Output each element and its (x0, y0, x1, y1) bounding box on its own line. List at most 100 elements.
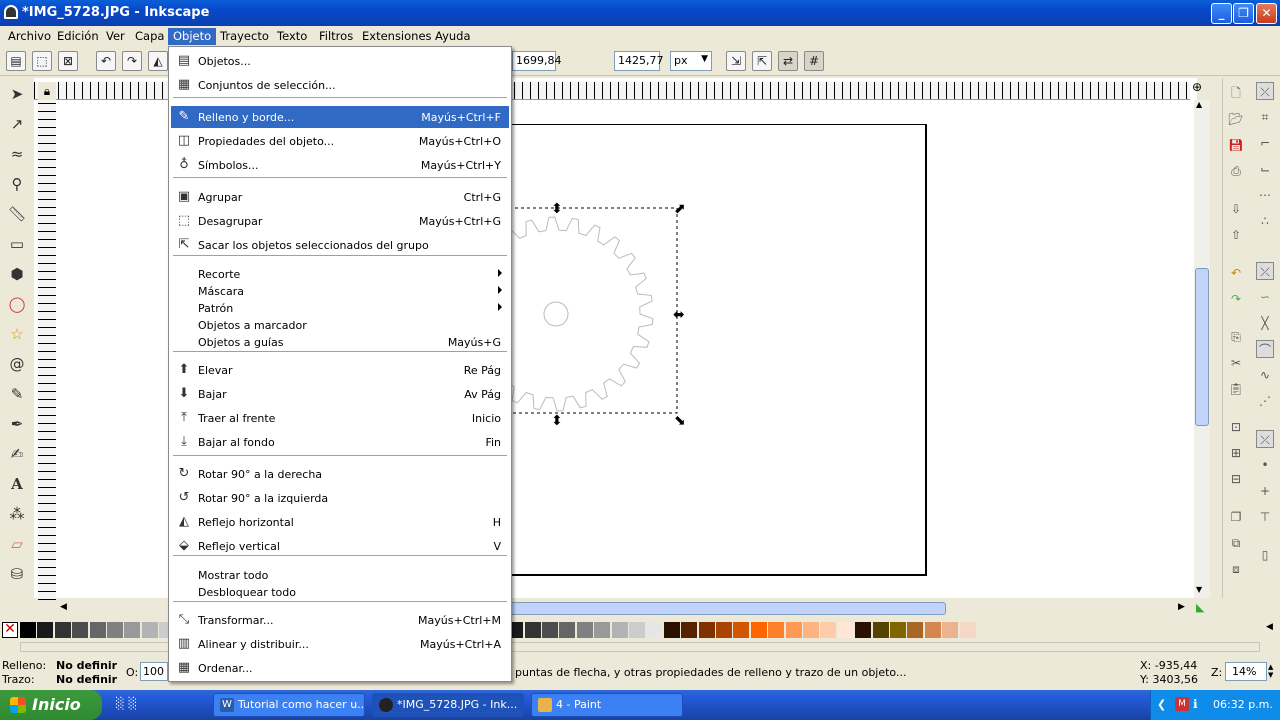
snap-intersections-icon[interactable]: ╳ (1256, 314, 1274, 332)
rotate-cw-icon[interactable]: ↷ (122, 51, 142, 71)
text-tool-icon[interactable]: A (5, 472, 29, 496)
zoom-page-icon[interactable]: ⊟ (1227, 470, 1245, 488)
color-swatch[interactable] (576, 622, 593, 638)
color-swatch[interactable] (855, 622, 872, 638)
menu-extensiones[interactable]: Extensiones (357, 28, 437, 45)
snap-bbox-midpoints-icon[interactable]: ⋯ (1256, 186, 1274, 204)
menu-item-objetos-a-guias[interactable]: Objetos a guías Mayús+G (171, 331, 509, 353)
tray-expand-icon[interactable]: ❮ (1157, 698, 1166, 711)
color-swatch[interactable] (72, 622, 89, 638)
paint-bucket-tool-icon[interactable]: ⛁ (5, 562, 29, 586)
snap-paths-icon[interactable]: ∽ (1256, 288, 1274, 306)
color-swatch[interactable] (872, 622, 889, 638)
snap-object-centers-icon[interactable]: • (1256, 456, 1274, 474)
menu-item-reflejo-horizontal[interactable]: ◭ Reflejo horizontal H (171, 511, 509, 533)
color-swatch[interactable] (54, 622, 71, 638)
vertical-scroll-thumb[interactable] (1195, 268, 1209, 426)
flip-h-icon[interactable]: ◭ (148, 51, 168, 71)
measure-tool-icon[interactable]: 📏︎ (5, 202, 29, 226)
color-swatch[interactable] (942, 622, 959, 638)
menu-item-transformar[interactable]: ⤡ Transformar... Mayús+Ctrl+M (171, 609, 509, 631)
color-swatch[interactable] (890, 622, 906, 638)
menu-item-bajar[interactable]: ⬇ Bajar Av Pág (171, 383, 509, 405)
snap-bbox-icon[interactable]: ⌗ (1256, 108, 1274, 126)
zoom-drawing-icon[interactable]: ⊞ (1227, 444, 1245, 462)
color-swatch[interactable] (803, 622, 819, 638)
menu-item-ordenar[interactable]: ▦ Ordenar... (171, 657, 509, 679)
deselect-icon[interactable]: ⊠ (58, 51, 78, 71)
transform-gradients-icon[interactable]: ⇄ (778, 51, 798, 71)
color-swatch[interactable] (837, 622, 854, 638)
export-icon[interactable]: ⇧ (1227, 226, 1245, 244)
snap-cusp-nodes-icon[interactable]: ⌒ (1256, 340, 1274, 358)
color-swatch[interactable] (646, 622, 663, 638)
quick-launch[interactable]: ░░ (116, 697, 196, 713)
minimize-button[interactable]: _ (1211, 3, 1232, 24)
opacity-field[interactable]: 100 (140, 662, 168, 681)
snap-toggle-icon[interactable]: ⤫ (1256, 82, 1274, 100)
fill-value[interactable]: No definir (56, 659, 117, 672)
stroke-value[interactable]: No definir (56, 673, 117, 686)
scale-handle-top-icon[interactable]: ⬍ (551, 201, 563, 217)
scroll-up-icon[interactable]: ▲ (1196, 100, 1202, 109)
scroll-right-icon[interactable]: ▶ (1178, 602, 1185, 612)
menu-archivo[interactable]: Archivo (3, 28, 56, 45)
palette-menu-icon[interactable]: ◀ (1266, 622, 1273, 632)
snap-smooth-nodes-icon[interactable]: ∿ (1256, 366, 1274, 384)
cut-icon[interactable]: ✂ (1227, 354, 1245, 372)
scale-stroke-icon[interactable]: ⇲ (726, 51, 746, 71)
zoom-spinner-icon[interactable]: ▲ ▼ (1268, 663, 1273, 679)
eraser-tool-icon[interactable]: ▱ (5, 532, 29, 556)
antivirus-icon[interactable]: M (1175, 697, 1189, 711)
color-swatch[interactable] (107, 622, 123, 638)
snap-bbox-centers-icon[interactable]: ∴ (1256, 212, 1274, 230)
menu-ver[interactable]: Ver (101, 28, 130, 45)
color-swatch[interactable] (89, 622, 106, 638)
zoom-corner-icon[interactable]: ⊕ (1192, 80, 1210, 98)
scroll-down-icon[interactable]: ▼ (1196, 585, 1202, 594)
menu-item-relleno-y-borde[interactable]: ✎ Relleno y borde... Mayús+Ctrl+F (171, 106, 509, 128)
color-swatch[interactable] (524, 622, 541, 638)
redo-icon[interactable]: ↷ (1227, 290, 1245, 308)
menu-item-desagrupar[interactable]: ⬚ Desagrupar Mayús+Ctrl+G (171, 210, 509, 232)
menu-capa[interactable]: Capa (130, 28, 169, 45)
menu-item-conjuntos-de-seleccion[interactable]: ▦ Conjuntos de selección... (171, 74, 509, 96)
selector-tool-icon[interactable]: ➤ (5, 82, 29, 106)
taskbar-item-paint[interactable]: 4 - Paint (531, 693, 683, 717)
info-icon[interactable]: ℹ (1193, 697, 1198, 711)
snap-midpoints-icon[interactable]: ⋰ (1256, 392, 1274, 410)
menu-item-traer-al-frente[interactable]: ⤒ Traer al frente Inicio (171, 407, 509, 429)
taskbar-item-inkscape[interactable]: *IMG_5728.JPG - Ink... (372, 693, 524, 717)
gear-drawing[interactable]: ⬍ ⬍ ⬌ ⬈ ⬊ (497, 195, 697, 430)
scroll-left-icon[interactable]: ◀ (60, 602, 67, 612)
menu-item-desbloquear-todo[interactable]: Desbloquear todo (171, 581, 509, 603)
menu-item-simbolos[interactable]: ♁ Símbolos... Mayús+Ctrl+Y (171, 154, 509, 176)
color-swatch[interactable] (559, 622, 576, 638)
unit-select[interactable]: px ▼ (670, 51, 712, 71)
node-tool-icon[interactable]: ↗ (5, 112, 29, 136)
calligraphy-tool-icon[interactable]: ✍ (5, 442, 29, 466)
scale-handle-right-icon[interactable]: ⬌ (673, 307, 685, 323)
no-paint-swatch[interactable]: ✕ (2, 622, 18, 638)
menu-item-propiedades-del-objeto[interactable]: ◫ Propiedades del objeto... Mayús+Ctrl+O (171, 130, 509, 152)
color-swatch[interactable] (959, 622, 976, 638)
save-icon[interactable]: 💾︎ (1227, 136, 1245, 154)
color-swatch[interactable] (924, 622, 941, 638)
menu-item-objetos[interactable]: ▤ Objetos... (171, 50, 509, 72)
menu-objeto[interactable]: Objeto (168, 28, 217, 45)
color-swatch[interactable] (698, 622, 715, 638)
menu-filtros[interactable]: Filtros (314, 28, 358, 45)
ellipse-tool-icon[interactable]: ◯ (5, 292, 29, 316)
open-icon[interactable]: 📂︎ (1227, 110, 1245, 128)
pencil-tool-icon[interactable]: ✎ (5, 382, 29, 406)
color-swatch[interactable] (768, 622, 785, 638)
scale-handle-bottom-icon[interactable]: ⬍ (551, 413, 563, 429)
horizontal-scroll-thumb[interactable] (500, 602, 946, 615)
lock-guides-icon[interactable]: 🔒︎ (38, 82, 56, 100)
taskbar-item-word[interactable]: W Tutorial como hacer u... (213, 693, 365, 717)
menu-item-reflejo-vertical[interactable]: ⬙ Reflejo vertical V (171, 535, 509, 557)
snap-bbox-edges-icon[interactable]: ⌐ (1256, 134, 1274, 152)
snap-page-border-icon[interactable]: ▯ (1256, 546, 1274, 564)
color-swatch[interactable] (716, 622, 732, 638)
color-swatch[interactable] (141, 622, 158, 638)
